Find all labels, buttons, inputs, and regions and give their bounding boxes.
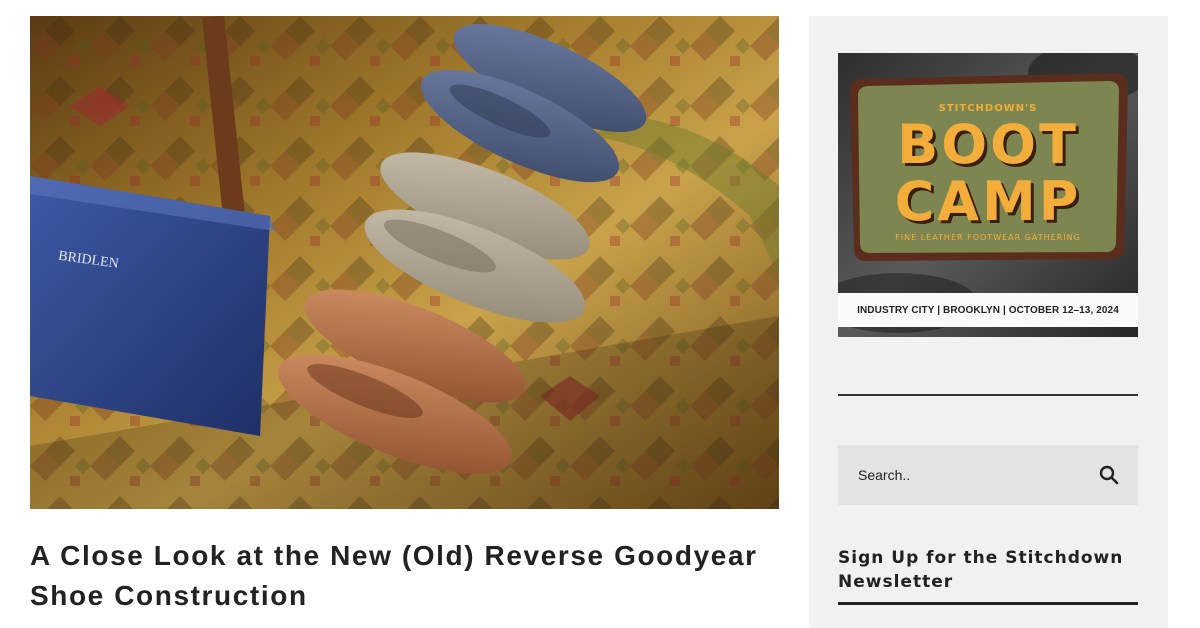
hero-image[interactable]: BRIDLEN (30, 16, 779, 509)
sidebar: STITCHDOWN'S BOOT BOOT CAMP CAMP FINE LE… (809, 16, 1168, 628)
ad-tagline: FINE LEATHER FOOTWEAR GATHERING (895, 233, 1081, 242)
boot-camp-ad-banner[interactable]: STITCHDOWN'S BOOT BOOT CAMP CAMP FINE LE… (838, 53, 1138, 337)
ad-line-boot: BOOT (897, 113, 1079, 176)
ad-event-details: INDUSTRY CITY | BROOKLYN | OCTOBER 12–13… (838, 293, 1138, 327)
newsletter-divider (838, 602, 1138, 605)
search-icon (1099, 465, 1119, 485)
loafers-on-rug-photo: BRIDLEN (30, 16, 779, 509)
search-box (838, 445, 1138, 505)
search-button[interactable] (1098, 464, 1120, 486)
sidebar-divider (838, 394, 1138, 396)
ad-line-camp: CAMP (895, 170, 1082, 233)
search-input[interactable] (858, 460, 1078, 490)
article-title[interactable]: A Close Look at the New (Old) Reverse Go… (30, 536, 790, 616)
newsletter-title: Sign Up for the Stitchdown Newsletter (838, 548, 1124, 592)
